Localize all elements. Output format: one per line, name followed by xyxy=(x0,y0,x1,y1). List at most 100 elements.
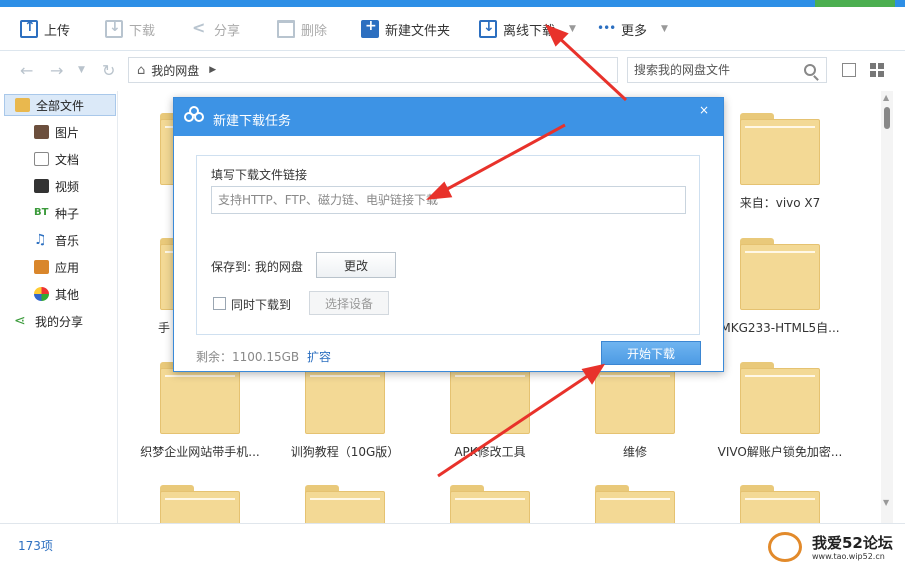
folder-item[interactable] xyxy=(595,362,675,434)
watermark-url: www.tao.wip52.cn xyxy=(812,552,885,561)
chevron-down-icon[interactable]: ▼ xyxy=(569,24,576,34)
folder-item[interactable] xyxy=(305,485,385,523)
sidebar-item-my-shares[interactable]: ⋖ 我的分享 xyxy=(4,310,116,332)
folder-item[interactable] xyxy=(160,362,240,434)
link-label: 填写下载文件链接 xyxy=(211,168,308,182)
video-icon xyxy=(34,179,49,193)
download-link-input[interactable] xyxy=(211,186,686,214)
watermark-title: 我爱52论坛 xyxy=(812,534,893,552)
change-location-button[interactable]: 更改 xyxy=(316,252,396,278)
start-download-button[interactable]: 开始下载 xyxy=(601,341,701,365)
new-folder-icon xyxy=(361,18,379,38)
breadcrumb-arrow-icon[interactable]: ▶ xyxy=(209,65,216,75)
window-top-strip xyxy=(0,0,905,7)
forward-arrow-icon[interactable]: → xyxy=(50,61,63,80)
sidebar-item-all-files[interactable]: 全部文件 xyxy=(4,94,116,116)
sync-download-checkbox[interactable] xyxy=(213,297,226,310)
breadcrumb[interactable]: ⌂ 我的网盘 ▶ xyxy=(128,57,618,83)
search-icon[interactable] xyxy=(804,64,816,76)
home-icon[interactable]: ⌂ xyxy=(137,63,145,78)
cloud-logo-icon xyxy=(184,106,206,126)
folder-name[interactable]: 织梦企业网站带手机... xyxy=(125,443,275,460)
folder-name[interactable]: MKG233-HTML5自... xyxy=(705,319,855,336)
back-arrow-icon[interactable]: ← xyxy=(20,61,33,80)
share-button[interactable]: 分享 xyxy=(190,17,240,41)
folder-item[interactable] xyxy=(450,485,530,523)
chevron-down-icon[interactable]: ▼ xyxy=(661,24,668,34)
close-icon[interactable]: × xyxy=(693,101,715,119)
upload-icon xyxy=(20,19,38,38)
folder-item[interactable] xyxy=(160,485,240,523)
dialog-title-bar[interactable]: 新建下载任务 × xyxy=(174,98,723,136)
select-device-button[interactable]: 选择设备 xyxy=(309,291,389,315)
toolbar: 上传 下载 分享 删除 新建文件夹 离线下载 ▼ 更多 ▼ xyxy=(0,7,905,51)
search-input[interactable] xyxy=(634,63,794,77)
new-folder-button[interactable]: 新建文件夹 xyxy=(361,17,450,41)
vertical-scrollbar[interactable]: ▲ ▼ xyxy=(881,91,893,523)
upload-label: 上传 xyxy=(44,23,71,39)
folder-name[interactable]: 维修 xyxy=(560,443,710,460)
item-count: 173项 xyxy=(18,539,53,553)
offline-download-button[interactable]: 离线下载 ▼ xyxy=(479,17,576,41)
bt-icon: BT xyxy=(34,207,49,218)
scrollbar-thumb[interactable] xyxy=(884,107,890,129)
sidebar-item-label: 种子 xyxy=(55,206,80,221)
expand-storage-link[interactable]: 扩容 xyxy=(307,348,331,365)
sidebar-item-label: 视频 xyxy=(55,179,80,194)
trash-icon xyxy=(277,20,295,38)
grid-view-icon[interactable] xyxy=(870,63,884,77)
breadcrumb-item[interactable]: 我的网盘 xyxy=(151,62,199,79)
delete-button[interactable]: 删除 xyxy=(277,17,327,41)
folder-item[interactable] xyxy=(450,362,530,434)
sidebar-item-label: 我的分享 xyxy=(35,314,84,329)
upload-button[interactable]: 上传 xyxy=(20,17,70,41)
app-icon xyxy=(34,260,49,274)
share-icon xyxy=(190,18,208,38)
folder-item[interactable] xyxy=(740,485,820,523)
share-icon: ⋖ xyxy=(14,313,26,329)
offline-download-icon xyxy=(479,19,497,38)
sidebar-item-documents[interactable]: 文档 xyxy=(24,148,116,170)
sidebar-item-torrents[interactable]: BT 种子 xyxy=(24,202,116,224)
folder-name[interactable]: 手 xyxy=(156,319,172,336)
folder-item[interactable] xyxy=(740,362,820,434)
watermark: 我爱52论坛 www.tao.wip52.cn xyxy=(768,530,898,564)
folder-name[interactable]: VIVO解账户锁免加密... xyxy=(705,443,855,460)
sidebar: 全部文件 图片 文档 视频 BT 种子 ♫ 音乐 应用 其他 ⋖ 我的分享 xyxy=(0,91,118,523)
remaining-space: 剩余：1100.15GB xyxy=(196,350,300,364)
new-download-task-dialog: 新建下载任务 × 填写下载文件链接 保存到: 我的网盘 更改 同时下载到 选择设… xyxy=(173,97,724,372)
dialog-title: 新建下载任务 xyxy=(213,114,292,129)
download-icon xyxy=(105,19,123,38)
delete-label: 删除 xyxy=(301,23,328,39)
download-label: 下载 xyxy=(129,23,156,39)
scroll-down-icon[interactable]: ▼ xyxy=(883,498,889,507)
new-folder-label: 新建文件夹 xyxy=(385,23,451,39)
share-label: 分享 xyxy=(214,23,241,39)
download-button[interactable]: 下载 xyxy=(105,17,155,41)
scroll-up-icon[interactable]: ▲ xyxy=(883,93,889,102)
folder-item[interactable] xyxy=(595,485,675,523)
dialog-form: 填写下载文件链接 保存到: 我的网盘 更改 同时下载到 选择设备 xyxy=(196,155,700,335)
sidebar-item-images[interactable]: 图片 xyxy=(24,121,116,143)
more-icon xyxy=(597,20,615,38)
folder-icon xyxy=(15,98,30,112)
picture-icon xyxy=(34,125,49,139)
sidebar-item-music[interactable]: ♫ 音乐 xyxy=(24,229,116,251)
sidebar-item-others[interactable]: 其他 xyxy=(24,283,116,305)
list-view-icon[interactable] xyxy=(842,63,856,77)
sync-download-label[interactable]: 同时下载到 xyxy=(231,296,291,313)
sidebar-item-videos[interactable]: 视频 xyxy=(24,175,116,197)
folder-name[interactable]: APK修改工具 xyxy=(415,443,565,460)
folder-name[interactable]: 来自：vivo X7 xyxy=(705,194,855,211)
sidebar-item-label: 文档 xyxy=(55,152,80,167)
more-button[interactable]: 更多 ▼ xyxy=(597,17,668,41)
refresh-icon[interactable]: ↻ xyxy=(102,61,115,80)
sidebar-item-apps[interactable]: 应用 xyxy=(24,256,116,278)
history-dropdown-icon[interactable]: ▼ xyxy=(78,65,85,75)
music-icon: ♫ xyxy=(34,232,47,248)
document-icon xyxy=(34,152,49,166)
folder-item[interactable] xyxy=(740,238,820,310)
folder-item[interactable] xyxy=(305,362,385,434)
folder-name[interactable]: 训狗教程（10G版） xyxy=(270,443,420,460)
folder-item[interactable] xyxy=(740,113,820,185)
